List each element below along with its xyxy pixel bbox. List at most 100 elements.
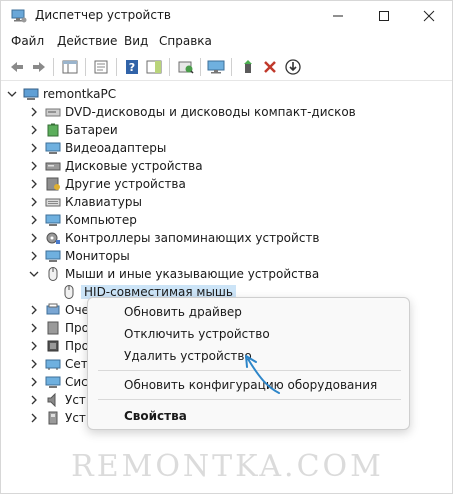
software-device-icon: [47, 321, 59, 335]
tree-item-disk-drives[interactable]: Дисковые устройства: [29, 157, 203, 175]
tree-root-label: remontkaPC: [43, 87, 117, 101]
device-manager-icon: [11, 9, 27, 23]
scan-hardware-icon: [178, 61, 194, 74]
title-bar: Диспетчер устройств: [1, 1, 452, 31]
tree-item-truncated[interactable]: Оче: [29, 301, 89, 319]
computer-icon: [23, 88, 39, 100]
toolbar: ?: [1, 53, 452, 81]
chevron-down-icon[interactable]: [29, 265, 39, 283]
menu-file[interactable]: Файл: [11, 34, 44, 48]
tree-item-truncated[interactable]: Сис: [29, 373, 88, 391]
display-adapter-icon: [45, 142, 61, 154]
tree-root[interactable]: remontkaPC: [7, 85, 116, 103]
menu-separator: [98, 370, 401, 371]
tree-item-truncated[interactable]: Про: [29, 319, 89, 337]
tree-item-mice[interactable]: Мыши и иные указывающие устройства: [29, 265, 319, 283]
update-driver-toolbar-button[interactable]: [237, 56, 259, 78]
network-adapter-icon: [45, 359, 61, 370]
keyboard-icon: [45, 198, 61, 207]
tree-item-monitors[interactable]: Мониторы: [29, 247, 130, 265]
chevron-right-icon[interactable]: [29, 337, 39, 355]
properties-sheet-icon: [94, 60, 108, 74]
tree-item-label: Батареи: [65, 123, 118, 137]
minimize-button[interactable]: [315, 1, 361, 31]
chevron-right-icon[interactable]: [29, 355, 39, 373]
tree-item-label: Оче: [65, 303, 89, 317]
tree-item-dvd[interactable]: DVD-дисководы и дисководы компакт-дисков: [29, 103, 356, 121]
tree-item-label: Уст: [65, 411, 86, 425]
chevron-right-icon[interactable]: [29, 319, 39, 337]
menu-bar: Файл Действие Вид Справка: [1, 31, 452, 53]
tree-item-truncated[interactable]: Сет: [29, 355, 88, 373]
tree-item-storage-controllers[interactable]: Контроллеры запоминающих устройств: [29, 229, 319, 247]
print-queue-icon: [46, 303, 60, 315]
chevron-right-icon[interactable]: [29, 409, 39, 427]
properties-toolbar-button[interactable]: [90, 56, 112, 78]
chevron-down-icon[interactable]: [7, 85, 17, 103]
tree-item-computer[interactable]: Компьютер: [29, 211, 137, 229]
console-tree-button[interactable]: [59, 56, 81, 78]
chevron-right-icon[interactable]: [29, 247, 39, 265]
help-icon: ?: [126, 60, 138, 74]
arrow-left-icon: [11, 62, 23, 72]
chevron-right-icon[interactable]: [29, 139, 39, 157]
chevron-right-icon[interactable]: [29, 229, 39, 247]
tree-item-truncated[interactable]: Уст: [29, 391, 86, 409]
close-icon: [423, 10, 435, 22]
tree-item-batteries[interactable]: Батареи: [29, 121, 118, 139]
storage-controller-icon: [46, 232, 60, 244]
mouse-icon: [48, 267, 58, 281]
action-pane-button[interactable]: [143, 56, 165, 78]
battery-icon: [47, 123, 59, 137]
tree-item-label: DVD-дисководы и дисководы компакт-дисков: [65, 105, 356, 119]
chevron-right-icon[interactable]: [29, 157, 39, 175]
chevron-right-icon[interactable]: [29, 373, 39, 391]
menu-scan-hardware[interactable]: Обновить конфигурацию оборудования: [124, 378, 377, 392]
forward-button[interactable]: [28, 56, 50, 78]
menu-action[interactable]: Действие: [57, 34, 117, 48]
menu-disable-device[interactable]: Отключить устройство: [124, 327, 270, 341]
tree-item-label: Про: [65, 339, 89, 353]
chevron-right-icon[interactable]: [29, 103, 39, 121]
mouse-icon: [64, 285, 74, 299]
monitor-toolbar-button[interactable]: [205, 56, 227, 78]
dvd-drive-icon: [45, 108, 61, 117]
chevron-right-icon[interactable]: [29, 175, 39, 193]
tree-item-label: Сис: [65, 375, 88, 389]
usb-device-icon: [48, 411, 58, 425]
help-button[interactable]: ?: [121, 56, 143, 78]
maximize-button[interactable]: [361, 1, 407, 31]
tree-item-label: Мыши и иные указывающие устройства: [65, 267, 320, 281]
tree-item-truncated[interactable]: Уст: [29, 409, 86, 427]
unknown-device-icon: [46, 177, 60, 191]
chevron-right-icon[interactable]: [29, 391, 39, 409]
back-button[interactable]: [6, 56, 28, 78]
remove-device-toolbar-button[interactable]: [259, 56, 281, 78]
menu-help[interactable]: Справка: [159, 34, 212, 48]
scan-hardware-button[interactable]: [175, 56, 197, 78]
chevron-right-icon[interactable]: [29, 121, 39, 139]
system-device-icon: [45, 376, 61, 388]
monitor-icon: [207, 60, 225, 74]
close-button[interactable]: [406, 1, 452, 31]
enable-device-toolbar-button[interactable]: [282, 56, 304, 78]
window-title: Диспетчер устройств: [35, 8, 172, 22]
tree-item-keyboards[interactable]: Клавиатуры: [29, 193, 142, 211]
chevron-right-icon[interactable]: [29, 193, 39, 211]
maximize-icon: [379, 11, 389, 21]
tree-item-video-adapters[interactable]: Видеоадаптеры: [29, 139, 166, 157]
audio-device-icon: [47, 393, 56, 407]
menu-properties[interactable]: Свойства: [124, 409, 187, 423]
tree-item-label: Сет: [65, 357, 88, 371]
menu-update-driver[interactable]: Обновить драйвер: [124, 305, 242, 319]
menu-uninstall-device[interactable]: Удалить устройство: [124, 349, 252, 363]
tree-item-label: Компьютер: [65, 213, 137, 227]
tree-item-truncated[interactable]: Про: [29, 337, 89, 355]
tree-item-label: Видеоадаптеры: [65, 141, 167, 155]
update-driver-icon: [244, 60, 252, 73]
menu-view[interactable]: Вид: [124, 34, 148, 48]
tree-item-other-devices[interactable]: Другие устройства: [29, 175, 186, 193]
chevron-right-icon[interactable]: [29, 211, 39, 229]
context-menu: Обновить драйвер Отключить устройство Уд…: [87, 297, 410, 430]
chevron-right-icon[interactable]: [29, 301, 39, 319]
